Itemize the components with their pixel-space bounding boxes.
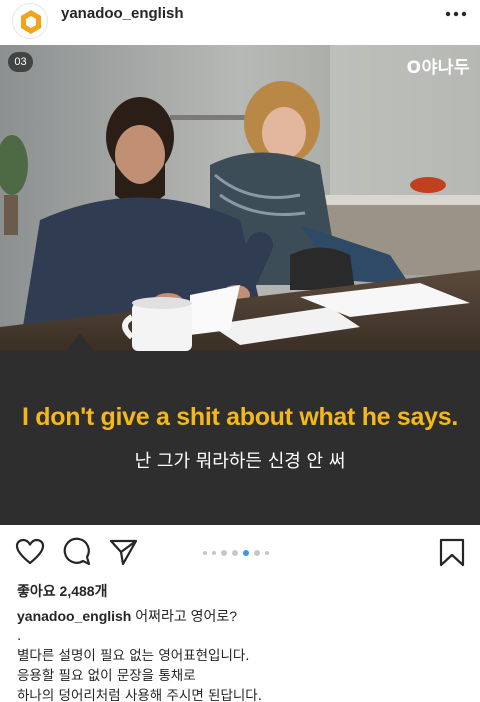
heart-icon[interactable] <box>15 537 45 567</box>
brand-watermark: O야나두 <box>406 58 470 78</box>
sentence-panel: I don't give a shit about what he says. … <box>0 333 480 525</box>
english-sentence: I don't give a shit about what he says. <box>22 403 458 431</box>
comment-icon[interactable] <box>62 537 92 567</box>
caption-line: . <box>17 628 22 644</box>
ellipsis-icon[interactable] <box>442 6 470 22</box>
post-photo: 03 O야나두 <box>0 45 480 351</box>
post-header: yanadoo_english <box>0 0 480 44</box>
bookmark-icon[interactable] <box>437 537 467 567</box>
carousel-dot <box>221 550 227 556</box>
carousel-dot <box>212 551 216 555</box>
caption-username[interactable]: yanadoo_english <box>17 608 131 624</box>
caption-line: 응용할 필요 없이 문장을 통채로 <box>17 668 196 684</box>
caption-line: 하나의 덩어리처럼 사용해 주시면 된답니다. <box>17 688 263 702</box>
post-author-username[interactable]: yanadoo_english <box>61 5 184 23</box>
yanadoo-logo-icon <box>21 10 41 34</box>
likes-count[interactable]: 좋아요 2,488개 <box>17 581 107 601</box>
caption-text: 어쩌라고 영어로? <box>135 608 238 624</box>
profile-avatar[interactable] <box>12 3 48 39</box>
caption-first-line: yanadoo_english 어쩌라고 영어로? <box>17 606 237 626</box>
action-bar <box>0 530 480 574</box>
carousel-dot <box>254 550 260 556</box>
slide-number-badge: 03 <box>8 52 33 72</box>
carousel-dot-active <box>243 550 249 556</box>
share-icon[interactable] <box>108 537 138 567</box>
caption-line: 별다른 설명이 필요 없는 영어표현입니다. <box>17 648 250 664</box>
carousel-dot <box>232 550 238 556</box>
post-media[interactable]: 03 O야나두 I don't give a shit about what h… <box>0 45 480 525</box>
korean-translation: 난 그가 뭐라하든 신경 안 써 <box>134 451 346 472</box>
speech-pointer <box>66 333 94 351</box>
carousel-indicator <box>203 549 269 557</box>
carousel-dot <box>265 551 269 555</box>
caption-body: . 별다른 설명이 필요 없는 영어표현입니다. 응용할 필요 없이 문장을 통… <box>17 626 262 702</box>
carousel-dot <box>203 551 207 555</box>
